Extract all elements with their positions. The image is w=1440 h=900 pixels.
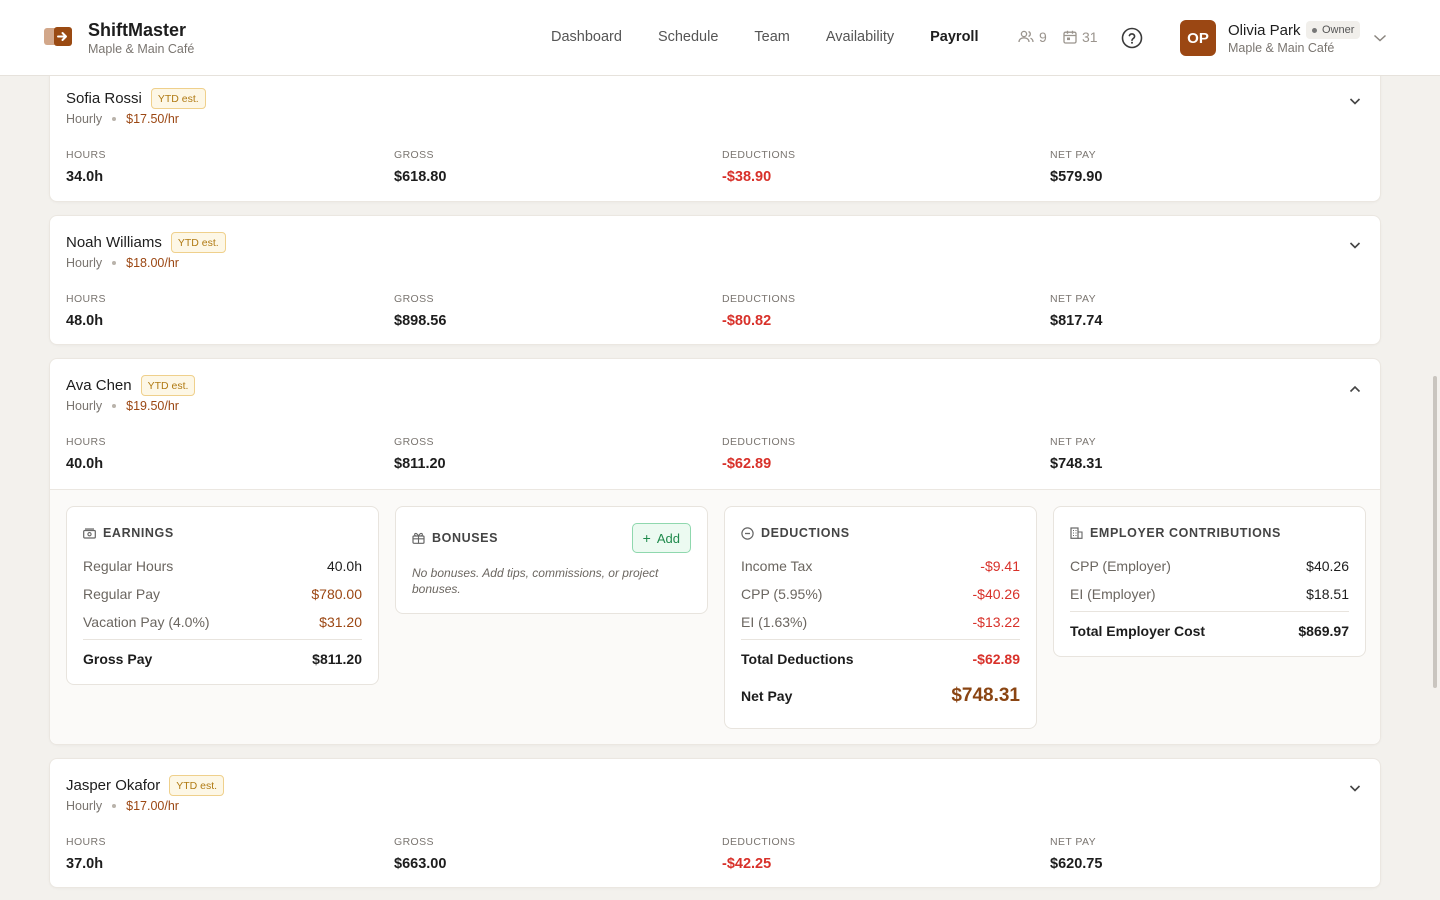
calendar-icon <box>1063 30 1077 44</box>
chevron-down-icon[interactable] <box>1348 238 1362 252</box>
employer-row: CPP (Employer) $40.26 <box>1070 558 1349 574</box>
pay-type: Hourly <box>66 256 103 270</box>
deductions-metric: DEDUCTIONS -$42.25 <box>722 836 796 872</box>
building-icon <box>1070 527 1083 539</box>
app-name: ShiftMaster <box>88 20 187 40</box>
net-pay-metric: NET PAY $748.31 <box>1050 436 1103 472</box>
deduction-row: Income Tax -$9.41 <box>741 558 1020 574</box>
pay-rate: $17.00/hr <box>126 799 179 813</box>
pay-rate: $17.50/hr <box>126 112 179 126</box>
employee-name: Jasper Okafor <box>66 777 161 794</box>
bonuses-panel: BONUSES + Add No bonuses. Add tips, commi… <box>395 506 708 614</box>
role-label: Owner <box>1322 24 1355 36</box>
deduction-row: CPP (5.95%) -$40.26 <box>741 586 1020 602</box>
help-icon[interactable] <box>1121 27 1143 49</box>
net-pay-value: $748.31 <box>951 685 1020 706</box>
team-count-stat[interactable]: 9 <box>1018 29 1047 45</box>
employee-name: Ava Chen <box>66 377 132 394</box>
main-nav: Dashboard Schedule Team Availability Pay… <box>551 29 1014 45</box>
earnings-row: Vacation Pay (4.0%) $31.20 <box>83 614 362 630</box>
pay-type: Hourly <box>66 799 103 813</box>
employee-card: Sofia Rossi YTD est. Hourly $17.50/hr HO… <box>49 60 1381 202</box>
deductions-metric: DEDUCTIONS -$38.90 <box>722 149 796 185</box>
pay-type: Hourly <box>66 112 103 126</box>
employee-card: Noah Williams YTD est. Hourly $18.00/hr … <box>49 215 1381 345</box>
calendar-count-stat[interactable]: 31 <box>1063 29 1098 45</box>
nav-dashboard[interactable]: Dashboard <box>551 29 622 45</box>
ytd-badge: YTD est. <box>140 375 196 396</box>
total-deductions: Total Deductions -$62.89 <box>741 651 1020 667</box>
chevron-down-icon[interactable] <box>1348 94 1362 108</box>
total-employer-cost: Total Employer Cost $869.97 <box>1070 623 1349 639</box>
top-bar: ShiftMaster Maple & Main Café Dashboard … <box>0 0 1440 76</box>
calendar-count: 31 <box>1082 29 1098 45</box>
deductions-title: DEDUCTIONS <box>761 526 850 540</box>
gross-metric: GROSS $811.20 <box>394 436 446 472</box>
add-bonus-button[interactable]: + Add <box>631 523 691 553</box>
employee-card: Jasper Okafor YTD est. Hourly $17.00/hr … <box>49 758 1381 888</box>
payroll-details: EARNINGS Regular Hours 40.0h Regular Pay $… <box>50 490 1380 744</box>
chevron-up-icon[interactable] <box>1348 382 1362 396</box>
net-pay-metric: NET PAY $620.75 <box>1050 836 1103 872</box>
user-name[interactable]: Olivia Park <box>1228 22 1301 39</box>
ytd-badge: YTD est. <box>169 775 225 796</box>
nav-payroll[interactable]: Payroll <box>930 29 978 45</box>
money-icon <box>83 527 96 539</box>
role-badge: Owner <box>1306 21 1361 39</box>
employer-contributions-panel: EMPLOYER CONTRIBUTIONS CPP (Employer) $40… <box>1053 506 1366 657</box>
gross-metric: GROSS $618.80 <box>394 149 447 185</box>
net-pay-metric: NET PAY $579.90 <box>1050 149 1103 185</box>
earnings-row: Regular Pay $780.00 <box>83 586 362 602</box>
hours-metric: HOURS 48.0h <box>66 293 106 329</box>
employer-row: EI (Employer) $18.51 <box>1070 586 1349 602</box>
team-count: 9 <box>1039 29 1047 45</box>
deduction-row: EI (1.63%) -$13.22 <box>741 614 1020 630</box>
nav-team[interactable]: Team <box>754 29 789 45</box>
nav-availability[interactable]: Availability <box>826 29 894 45</box>
bonuses-title: BONUSES <box>432 531 499 545</box>
pay-type: Hourly <box>66 399 103 413</box>
gross-metric: GROSS $898.56 <box>394 293 447 329</box>
net-pay-metric: NET PAY $817.74 <box>1050 293 1103 329</box>
hours-metric: HOURS 40.0h <box>66 436 106 472</box>
deductions-panel: DEDUCTIONS Income Tax -$9.41 CPP (5.95%) -… <box>724 506 1037 729</box>
scrollbar[interactable] <box>1433 376 1437 688</box>
gross-metric: GROSS $663.00 <box>394 836 447 872</box>
people-icon <box>1018 30 1034 43</box>
minus-circle-icon <box>741 526 754 540</box>
nav-schedule[interactable]: Schedule <box>658 29 718 45</box>
earnings-title: EARNINGS <box>103 526 174 540</box>
employee-card-expanded: Ava Chen YTD est. Hourly $19.50/hr HOURS… <box>49 358 1381 745</box>
employee-name: Sofia Rossi <box>66 90 142 107</box>
chevron-down-icon[interactable] <box>1373 33 1387 43</box>
gift-icon <box>412 532 425 544</box>
no-bonuses-note: No bonuses. Add tips, commissions, or pr… <box>412 566 659 596</box>
deductions-metric: DEDUCTIONS -$80.82 <box>722 293 796 329</box>
employer-title: EMPLOYER CONTRIBUTIONS <box>1090 526 1281 540</box>
hours-metric: HOURS 37.0h <box>66 836 106 872</box>
user-location: Maple & Main Café <box>1228 41 1335 55</box>
earnings-panel: EARNINGS Regular Hours 40.0h Regular Pay $… <box>66 506 379 685</box>
pay-rate: $19.50/hr <box>126 399 179 413</box>
chevron-down-icon[interactable] <box>1348 781 1362 795</box>
earnings-row: Regular Hours 40.0h <box>83 558 362 574</box>
app-location: Maple & Main Café <box>88 42 195 56</box>
user-avatar[interactable]: OP <box>1180 20 1216 56</box>
ytd-badge: YTD est. <box>170 232 226 253</box>
gross-pay-total: Gross Pay $811.20 <box>83 651 362 667</box>
plus-icon: + <box>642 530 651 546</box>
pay-rate: $18.00/hr <box>126 256 179 270</box>
hours-metric: HOURS 34.0h <box>66 149 106 185</box>
brand[interactable]: ShiftMaster Maple & Main Café <box>44 20 194 56</box>
shiftmaster-logo-icon <box>44 27 72 47</box>
net-pay-summary: Net Pay $748.31 <box>741 685 1020 706</box>
ytd-badge: YTD est. <box>150 88 206 109</box>
employee-name: Noah Williams <box>66 234 162 251</box>
deductions-metric: DEDUCTIONS -$62.89 <box>722 436 796 472</box>
